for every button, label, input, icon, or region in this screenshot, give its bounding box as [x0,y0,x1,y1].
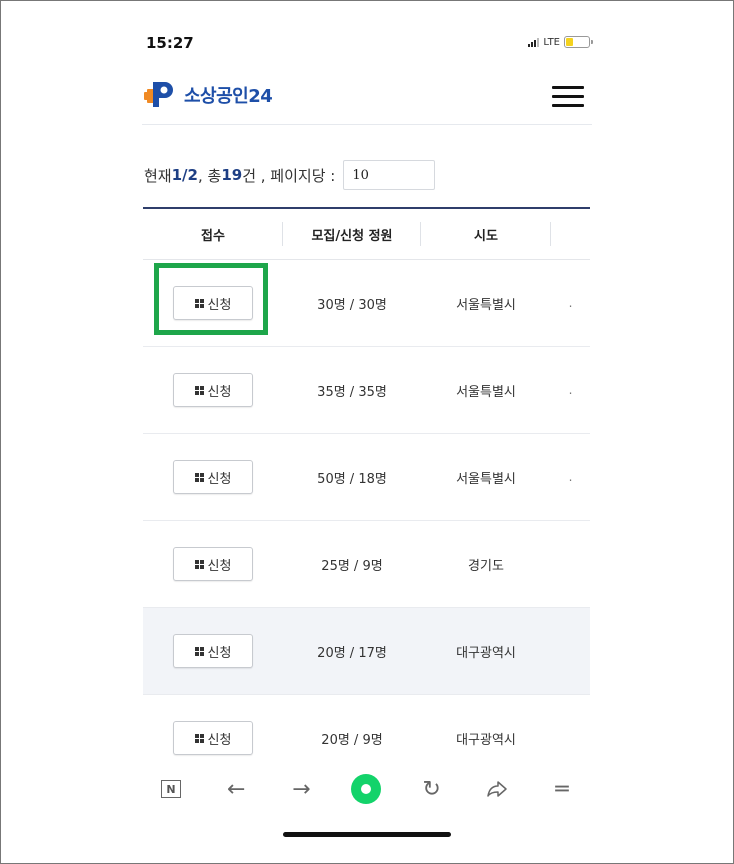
region-cell: 서울특별시 [456,384,516,400]
receipt-cell: 신청 [143,373,283,407]
column-header-more [551,209,590,259]
table-row: 신청 20명 / 17명 대구광역시 [143,608,590,695]
logo-text: 소상공인24 [184,82,273,108]
app-header: 소상공인24 [142,72,592,125]
grid-icon [194,646,204,656]
quota-cell: 25명 / 9명 [321,558,383,574]
browser-toolbar: N ← → ↻ ═ [143,762,590,816]
truncated-cell: . [568,383,573,397]
quota-cell: 20명 / 9명 [321,732,383,748]
logo-icon [144,82,173,107]
grid-icon [194,733,204,743]
grid-icon [194,385,204,395]
grid-icon [194,472,204,482]
battery-icon [564,36,593,48]
apply-button-label: 신청 [207,471,232,487]
browser-menu-icon: ═ [555,776,569,802]
summary-suffix: 건 , 페이지당 : [242,166,336,185]
status-time: 15:27 [146,34,194,52]
apply-button-label: 신청 [207,384,232,400]
table-row: 신청 35명 / 35명 서울특별시 . [143,347,590,434]
receipt-cell: 신청 [143,547,283,581]
current-page: 1/2 [171,166,198,184]
logo-name: 소상공인 [184,86,249,107]
refresh-button[interactable]: ↻ [412,769,452,809]
column-header-receipt: 접수 [143,209,283,259]
pagination-summary: 현재 1/2 , 총 19 건 , 페이지당 : [144,158,564,192]
column-header-region: 시도 [421,209,551,259]
region-cell: 서울특별시 [456,471,516,487]
naver-n-icon: N [161,780,181,798]
home-indicator [283,832,451,837]
region-cell: 서울특별시 [456,297,516,313]
apply-button[interactable]: 신청 [173,460,253,494]
share-icon [487,781,507,797]
apply-button[interactable]: 신청 [173,373,253,407]
receipt-cell: 신청 [143,634,283,668]
table-row: 신청 25명 / 9명 경기도 [143,521,590,608]
browser-menu-button[interactable]: ═ [542,769,582,809]
quota-cell: 30명 / 30명 [317,297,387,313]
logo-number: 24 [248,86,273,107]
receipt-cell: 신청 [143,721,283,755]
summary-mid: , 총 [197,166,222,185]
apply-button-label: 신청 [207,645,232,661]
column-header-quota: 모집/신청 정원 [283,209,421,259]
menu-icon[interactable] [552,86,584,108]
signal-icon [528,37,540,47]
total-count: 19 [221,166,243,184]
region-cell: 대구광역시 [456,645,516,661]
forward-arrow-icon: → [292,776,311,802]
per-page-input[interactable] [343,160,436,190]
status-indicators: LTE [528,36,593,48]
apply-button[interactable]: 신청 [173,634,253,668]
quota-cell: 35명 / 35명 [317,384,387,400]
grid-icon [194,559,204,569]
table-row: 신청 50명 / 18명 서울특별시 . [143,434,590,521]
quota-cell: 50명 / 18명 [317,471,387,487]
quota-cell: 20명 / 17명 [317,645,387,661]
status-bar: 15:27 LTE [146,28,593,58]
table-header: 접수 모집/신청 정원 시도 [143,207,590,260]
green-dot-button[interactable] [346,769,386,809]
back-button[interactable]: ← [216,769,256,809]
green-circle-icon [351,774,382,804]
truncated-cell: . [568,470,573,484]
region-cell: 대구광역시 [456,732,516,748]
share-button[interactable] [477,769,517,809]
logo[interactable]: 소상공인24 [144,78,273,112]
refresh-icon: ↻ [422,776,441,802]
apply-button-label: 신청 [207,732,232,748]
network-label: LTE [543,36,560,48]
naver-home-button[interactable]: N [151,769,191,809]
truncated-cell: . [568,296,573,310]
receipt-cell: 신청 [143,460,283,494]
region-cell: 경기도 [468,558,504,574]
apply-button[interactable]: 신청 [173,721,253,755]
forward-button[interactable]: → [281,769,321,809]
back-arrow-icon: ← [226,776,246,802]
summary-prefix: 현재 [144,166,172,185]
apply-button-label: 신청 [207,558,232,574]
apply-button[interactable]: 신청 [173,547,253,581]
highlight-annotation [154,263,268,335]
